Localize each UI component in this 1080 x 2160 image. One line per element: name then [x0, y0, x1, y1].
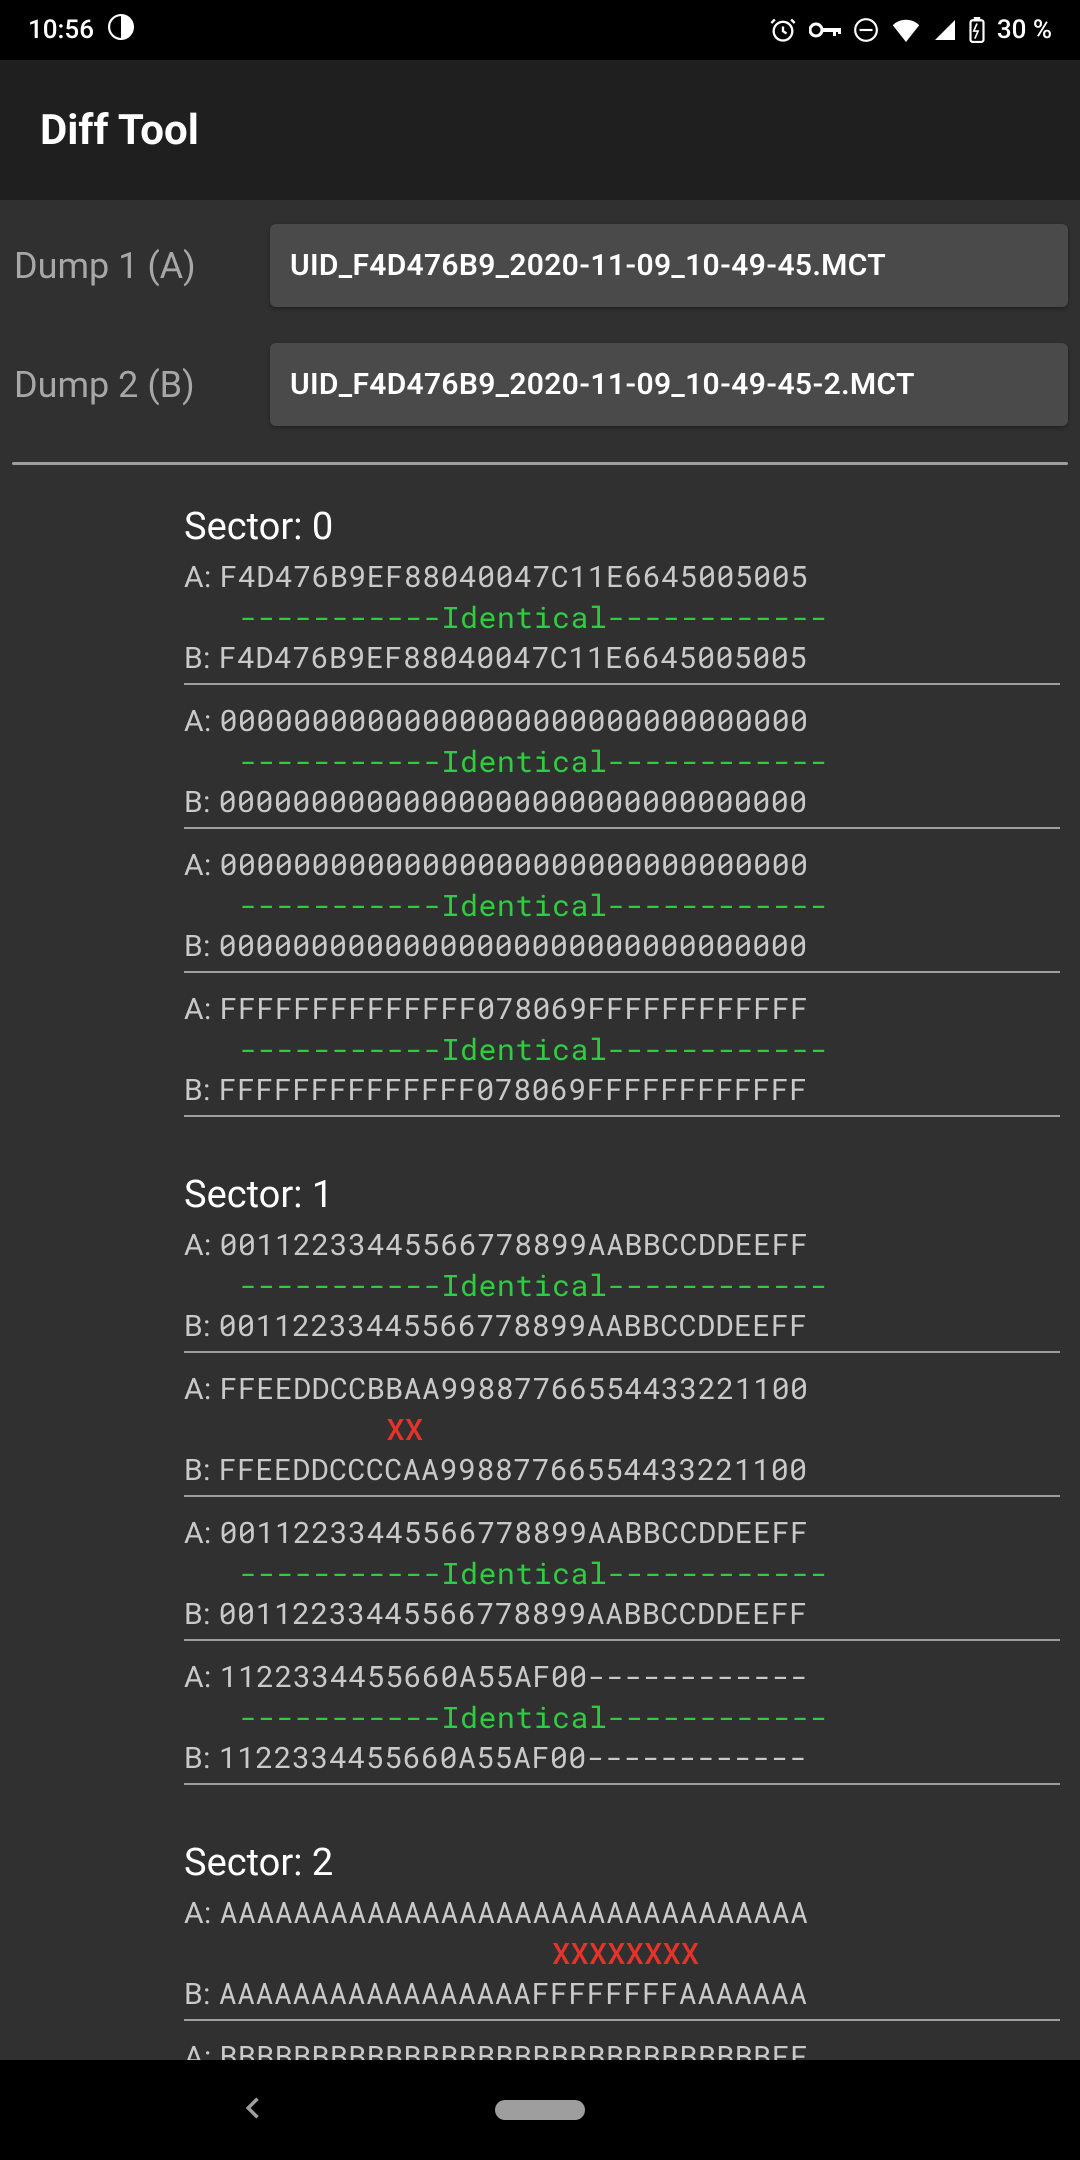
status-right: 30 %: [769, 15, 1052, 45]
line-a: A: 00112233445566778899AABBCCDDEEFF: [184, 1513, 1060, 1554]
dump-b-button[interactable]: UID_F4D476B9_2020-11-09_10-49-45-2.MCT: [270, 343, 1068, 426]
identical-marker: -----------Identical------------: [184, 886, 1060, 926]
status-bar: 10:56 30 %: [0, 0, 1080, 60]
page-title: Diff Tool: [40, 106, 199, 155]
dump-a-row: Dump 1 (A) UID_F4D476B9_2020-11-09_10-49…: [0, 224, 1080, 307]
status-time: 10:56: [28, 15, 94, 45]
line-a: A: FFFFFFFFFFFFFF078069FFFFFFFFFFFF: [184, 989, 1060, 1030]
app-bar: Diff Tool: [0, 60, 1080, 200]
do-not-disturb-icon: [853, 17, 879, 43]
diff-block: A: F4D476B9EF88040047C11E6645005005 ----…: [184, 557, 1060, 685]
line-b: B: 00000000000000000000000000000000: [184, 926, 1060, 967]
diff-block: A: FFEEDDCCBBAA99887766554433221100 XX B…: [184, 1369, 1060, 1497]
diff-block: A: AAAAAAAAAAAAAAAAAAAAAAAAAAAAAAAA XXXX…: [184, 1893, 1060, 2021]
line-a: A: 00000000000000000000000000000000: [184, 701, 1060, 742]
status-left: 10:56: [28, 14, 134, 47]
home-pill[interactable]: [495, 2100, 585, 2120]
sector-header: Sector: 0: [184, 505, 1060, 549]
sector-header: Sector: 2: [184, 1841, 1060, 1885]
divider: [12, 462, 1068, 465]
diff-block: A: BBBBBBBBBBBBBBBBBBBBBBBBBBBBBBFF ----…: [184, 2037, 1060, 2060]
line-b: B: 00112233445566778899AABBCCDDEEFF: [184, 1594, 1060, 1635]
dump-a-label: Dump 1 (A): [12, 245, 270, 287]
diff-block: A: 00000000000000000000000000000000 ----…: [184, 701, 1060, 829]
signal-icon: [933, 18, 957, 42]
diff-marker: XX: [184, 1410, 1060, 1450]
line-b: B: F4D476B9EF88040047C11E6645005005: [184, 638, 1060, 679]
battery-percent: 30 %: [997, 15, 1052, 45]
diff-marker: XXXXXXXX: [184, 1934, 1060, 1974]
diff-block: A: 00112233445566778899AABBCCDDEEFF ----…: [184, 1513, 1060, 1641]
navigation-bar: [0, 2060, 1080, 2160]
diff-block: A: 1122334455660A55AF00------------ ----…: [184, 1657, 1060, 1785]
line-b: B: 00112233445566778899AABBCCDDEEFF: [184, 1306, 1060, 1347]
wifi-icon: [891, 18, 921, 42]
sector-header: Sector: 1: [184, 1173, 1060, 1217]
alarm-icon: [769, 16, 797, 44]
line-a: A: 1122334455660A55AF00------------: [184, 1657, 1060, 1698]
line-a: A: 00000000000000000000000000000000: [184, 845, 1060, 886]
line-a: A: FFEEDDCCBBAA99887766554433221100: [184, 1369, 1060, 1410]
line-a: A: AAAAAAAAAAAAAAAAAAAAAAAAAAAAAAAA: [184, 1893, 1060, 1934]
dump-a-button[interactable]: UID_F4D476B9_2020-11-09_10-49-45.MCT: [270, 224, 1068, 307]
diff-block: A: 00112233445566778899AABBCCDDEEFF ----…: [184, 1225, 1060, 1353]
identical-marker: -----------Identical------------: [184, 1554, 1060, 1594]
line-a: A: 00112233445566778899AABBCCDDEEFF: [184, 1225, 1060, 1266]
line-b: B: FFEEDDCCCCAA99887766554433221100: [184, 1450, 1060, 1491]
line-b: B: AAAAAAAAAAAAAAAAAFFFFFFFFAAAAAAA: [184, 1974, 1060, 2015]
identical-marker: -----------Identical------------: [184, 598, 1060, 638]
identical-marker: -----------Identical------------: [184, 1698, 1060, 1738]
identical-marker: -----------Identical------------: [184, 1266, 1060, 1306]
app-notification-icon: [108, 14, 134, 47]
identical-marker: -----------Identical------------: [184, 1030, 1060, 1070]
line-a: A: F4D476B9EF88040047C11E6645005005: [184, 557, 1060, 598]
line-b: B: 00000000000000000000000000000000: [184, 782, 1060, 823]
identical-marker: -----------Identical------------: [184, 742, 1060, 782]
sectors-container: Sector: 0 A: F4D476B9EF88040047C11E664500…: [0, 505, 1080, 2060]
diff-block: A: FFFFFFFFFFFFFF078069FFFFFFFFFFFF ----…: [184, 989, 1060, 1117]
line-b: B: 1122334455660A55AF00------------: [184, 1738, 1060, 1779]
line-b: B: FFFFFFFFFFFFFF078069FFFFFFFFFFFF: [184, 1070, 1060, 1111]
dump-b-row: Dump 2 (B) UID_F4D476B9_2020-11-09_10-49…: [0, 343, 1080, 426]
battery-icon: [969, 17, 985, 43]
diff-block: A: 00000000000000000000000000000000 ----…: [184, 845, 1060, 973]
line-a: A: BBBBBBBBBBBBBBBBBBBBBBBBBBBBBBFF: [184, 2037, 1060, 2060]
key-icon: [809, 20, 841, 40]
content: Dump 1 (A) UID_F4D476B9_2020-11-09_10-49…: [0, 200, 1080, 2060]
dump-b-label: Dump 2 (B): [12, 364, 270, 406]
back-button[interactable]: [240, 2094, 268, 2126]
